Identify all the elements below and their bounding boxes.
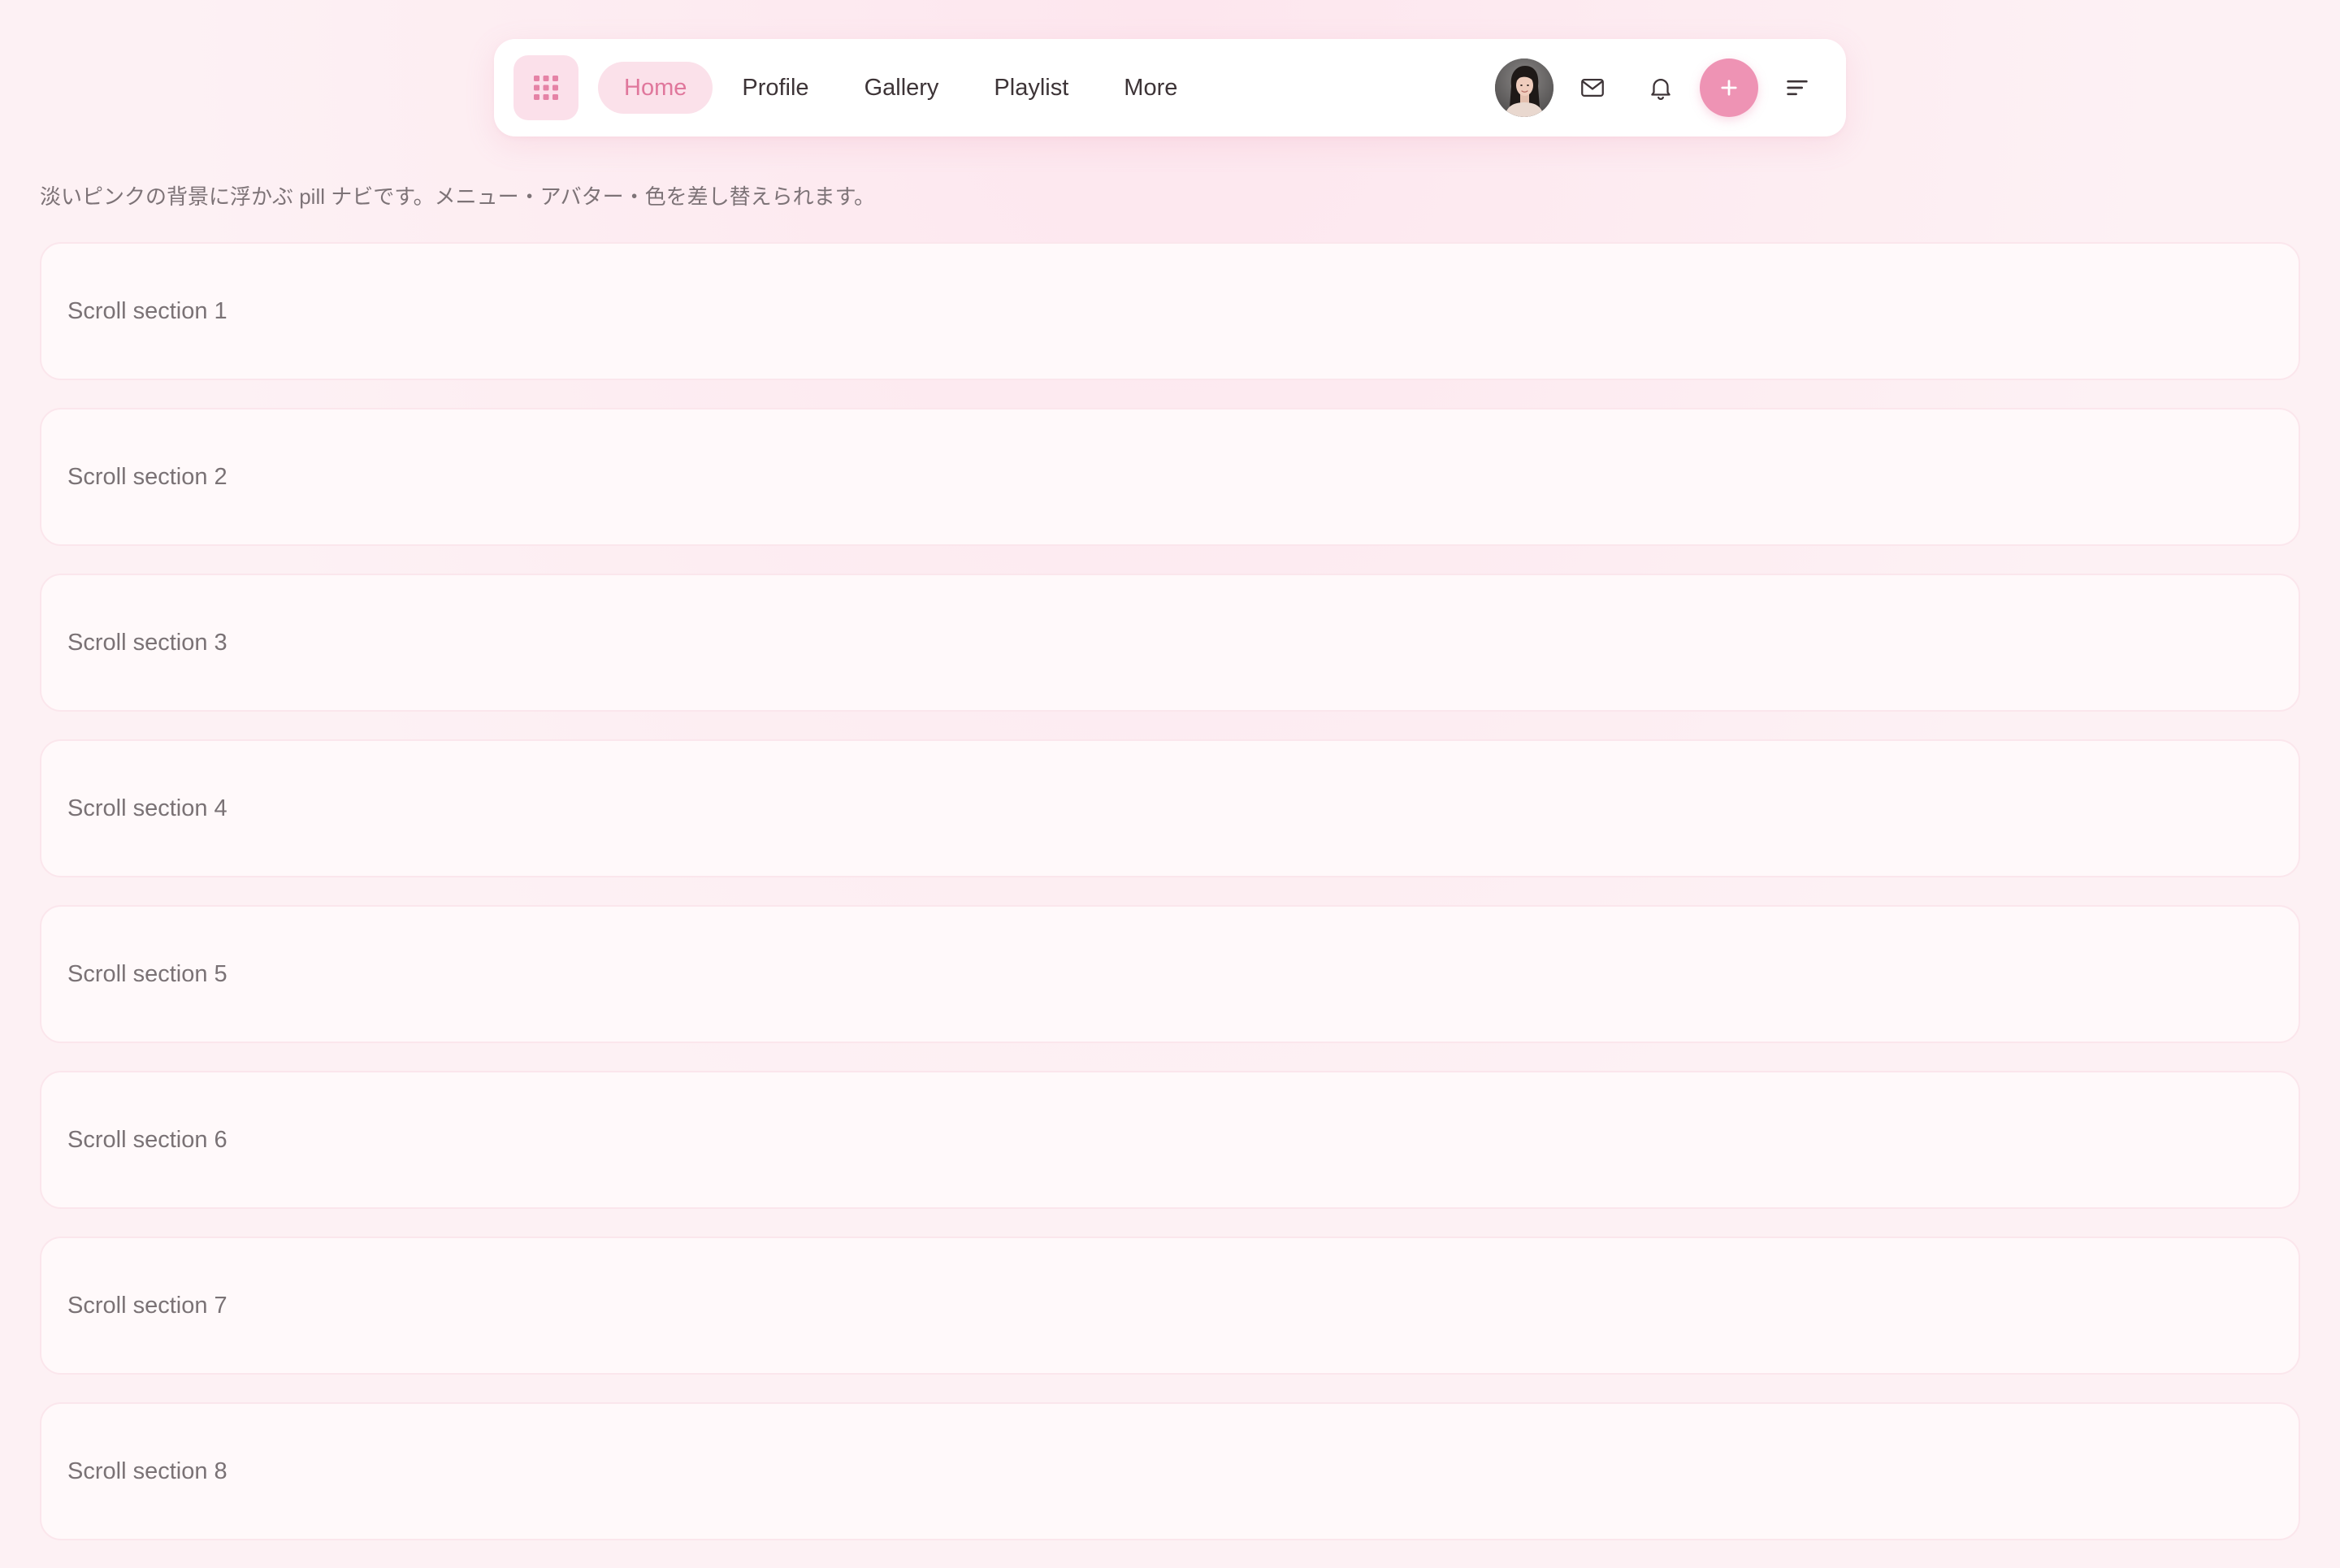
user-avatar[interactable] [1495,58,1554,117]
section-label: Scroll section 6 [67,1126,228,1153]
section-label: Scroll section 1 [67,297,228,324]
section-label: Scroll section 3 [67,629,228,656]
section-label: Scroll section 7 [67,1292,228,1319]
avatar-portrait-icon [1495,58,1554,117]
scroll-section-card: Scroll section 6 [40,1071,2300,1209]
scroll-section-card: Scroll section 3 [40,574,2300,712]
nav-link-playlist[interactable]: Playlist [968,62,1094,114]
intro-text: 淡いピンクの背景に浮かぶ pill ナビです。メニュー・アバター・色を差し替えら… [40,184,875,209]
menu-button[interactable] [1768,58,1826,117]
mail-icon [1581,78,1604,97]
scroll-section-card: Scroll section 8 [40,1402,2300,1540]
plus-icon [1721,80,1737,96]
notifications-button[interactable] [1632,58,1690,117]
section-label: Scroll section 2 [67,463,228,490]
nav-links: Home Profile Gallery Playlist More [598,62,1207,114]
scroll-section-card: Scroll section 4 [40,739,2300,877]
nav-link-more[interactable]: More [1098,62,1203,114]
mail-button[interactable] [1563,58,1622,117]
scroll-section-card: Scroll section 1 [40,242,2300,380]
scroll-section-card: Scroll section 5 [40,905,2300,1043]
scroll-section-card: Scroll section 7 [40,1237,2300,1375]
scroll-section-card: Scroll section 2 [40,408,2300,546]
nav-link-gallery[interactable]: Gallery [838,62,965,114]
section-label: Scroll section 5 [67,960,228,987]
section-label: Scroll section 8 [67,1458,228,1484]
menu-lines-icon [1787,80,1808,96]
nav-link-profile[interactable]: Profile [716,62,834,114]
nav-link-home[interactable]: Home [598,62,713,114]
add-button[interactable] [1700,58,1758,117]
grid-icon [534,76,558,100]
section-label: Scroll section 4 [67,795,228,821]
scroll-sections: Scroll section 1 Scroll section 2 Scroll… [40,242,2300,1568]
bell-icon [1651,79,1670,100]
floating-pill-nav: Home Profile Gallery Playlist More [494,39,1846,136]
apps-button[interactable] [514,55,578,120]
